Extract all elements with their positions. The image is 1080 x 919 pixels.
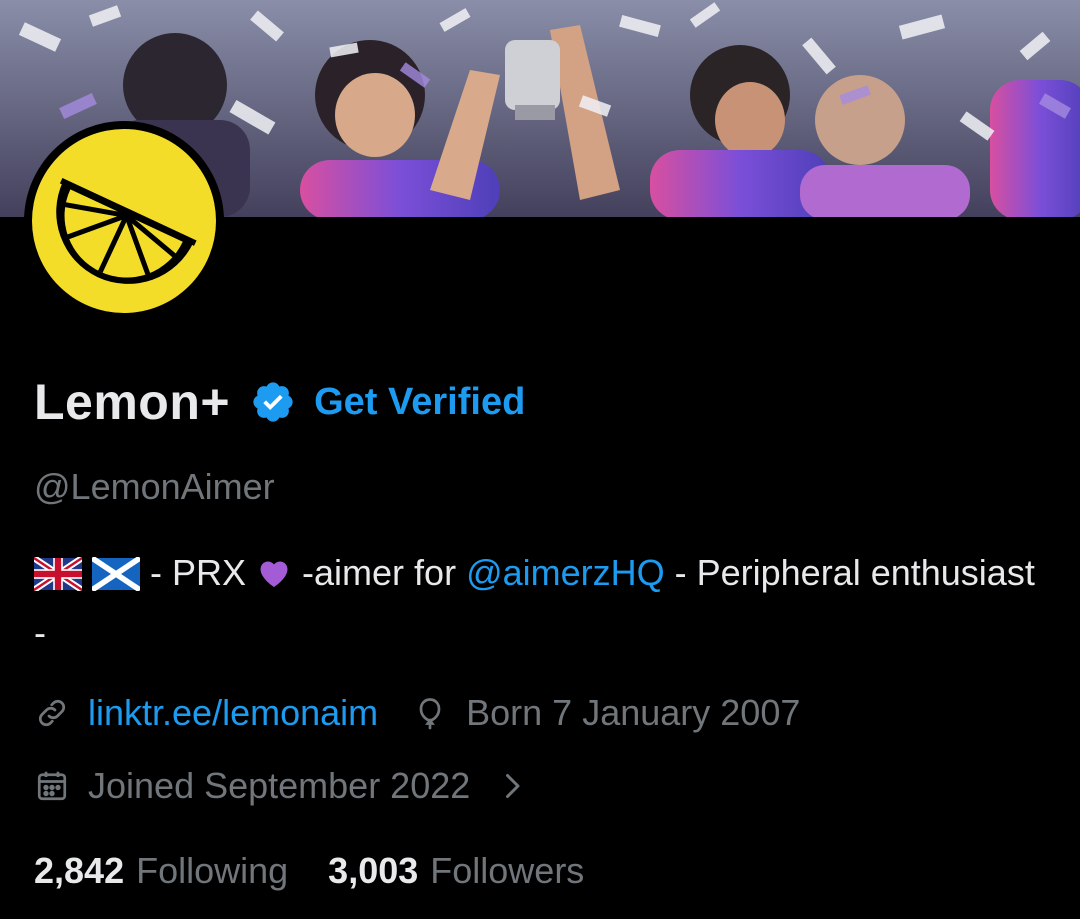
calendar-icon <box>34 768 70 804</box>
uk-flag-icon <box>32 552 84 606</box>
verified-badge-icon[interactable] <box>250 379 296 425</box>
profile-stats: 2,842 Following 3,003 Followers <box>34 850 584 892</box>
bio-mention-link[interactable]: @aimerzHQ <box>466 552 665 593</box>
profile-bio: - PRX -aimer for @aimerzHQ - Peripheral … <box>32 546 1044 660</box>
name-row: Lemon+ Get Verified <box>34 372 525 432</box>
link-icon <box>34 695 70 731</box>
profile-website-link[interactable]: linktr.ee/lemonaim <box>88 692 378 734</box>
followers-stat-link[interactable]: 3,003 Followers <box>328 850 584 892</box>
profile-avatar[interactable] <box>24 121 224 321</box>
profile-page: Lemon+ Get Verified @LemonAimer - PRX -a… <box>0 0 1080 919</box>
scotland-flag-icon <box>90 552 142 606</box>
followers-count: 3,003 <box>328 850 419 891</box>
balloon-icon <box>412 695 448 731</box>
display-name: Lemon+ <box>34 374 231 430</box>
following-count: 2,842 <box>34 850 125 891</box>
get-verified-link[interactable]: Get Verified <box>314 381 525 424</box>
lemon-logo <box>32 129 216 313</box>
purple-heart-icon <box>256 550 292 604</box>
profile-joined-date: Joined September 2022 <box>88 765 471 806</box>
followers-label: Followers <box>430 850 585 891</box>
following-label: Following <box>136 850 289 891</box>
following-stat-link[interactable]: 2,842 Following <box>34 850 288 892</box>
profile-handle: @LemonAimer <box>34 466 275 507</box>
bio-text-1: - PRX <box>140 552 257 593</box>
profile-birthday: Born 7 January 2007 <box>466 692 801 733</box>
profile-meta-row: linktr.ee/lemonaim Born 7 January 2007 <box>34 692 800 734</box>
profile-joined-row[interactable]: Joined September 2022 <box>34 765 530 807</box>
chevron-right-icon[interactable] <box>494 768 530 804</box>
bio-text-2: -aimer for <box>292 552 467 593</box>
